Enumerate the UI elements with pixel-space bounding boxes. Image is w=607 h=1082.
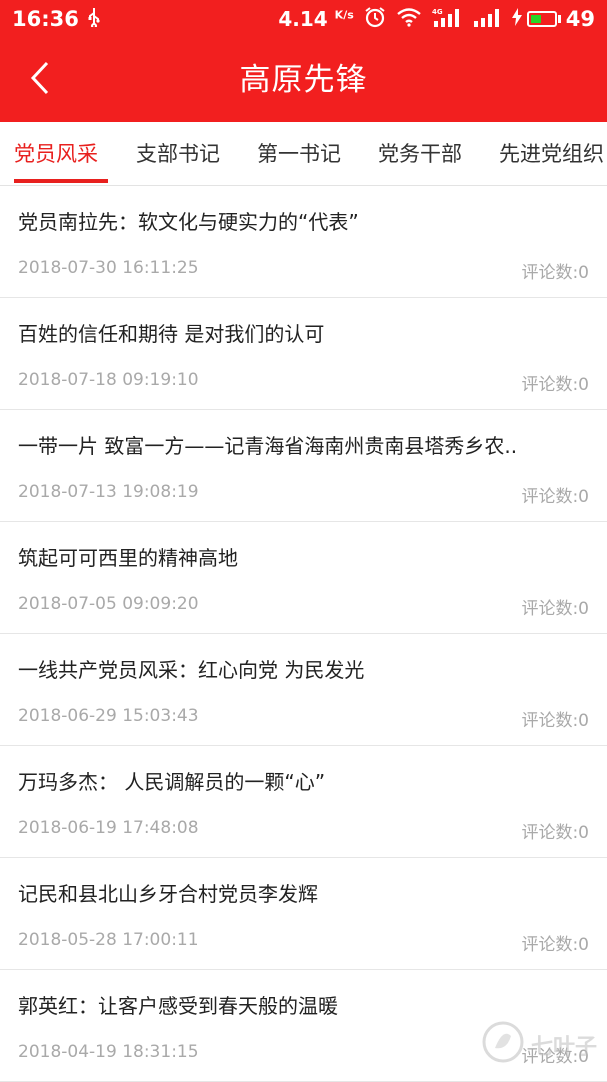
battery-tip [557, 15, 561, 23]
article-date: 2018-06-29 15:03:43 [18, 706, 199, 726]
list-item[interactable]: 一带一片 致富一方——记青海省海南州贵南县塔秀乡农.. 2018-07-13 1… [0, 410, 607, 522]
page-title: 高原先锋 [239, 62, 368, 98]
article-title: 一线共产党员风采：红心向党 为民发光 [18, 658, 365, 682]
watermark-text: 七叶子 [530, 1035, 597, 1060]
tab-party-member-style[interactable]: 党员风采 [14, 122, 98, 185]
status-time: 16:36 [12, 7, 79, 31]
signal-4g-icon: 4G [432, 7, 462, 32]
list-item[interactable]: 筑起可可西里的精神高地 2018-07-05 09:09:20 评论数:0 [0, 522, 607, 634]
battery-indicator: 49 [511, 7, 595, 31]
comment-count: 评论数:0 [521, 935, 589, 955]
list-item[interactable]: 记民和县北山乡牙合村党员李发辉 2018-05-28 17:00:11 评论数:… [0, 858, 607, 970]
tab-branch-secretary[interactable]: 支部书记 [136, 122, 220, 185]
article-list: 党员南拉先：软文化与硬实力的“代表” 2018-07-30 16:11:25 评… [0, 186, 607, 1082]
watermark: 七叶子 [481, 1020, 597, 1070]
comment-count: 评论数:0 [521, 263, 589, 283]
article-date: 2018-04-19 18:31:15 [18, 1042, 199, 1062]
network-speed: 4.14 K/s [278, 7, 354, 31]
signal-icon [472, 7, 502, 32]
comment-count: 评论数:0 [521, 599, 589, 619]
comment-count: 评论数:0 [521, 711, 589, 731]
article-title: 筑起可可西里的精神高地 [18, 546, 238, 570]
list-item[interactable]: 一线共产党员风采：红心向党 为民发光 2018-06-29 15:03:43 评… [0, 634, 607, 746]
article-date: 2018-05-28 17:00:11 [18, 930, 199, 950]
article-date: 2018-06-19 17:48:08 [18, 818, 199, 838]
comment-count: 评论数:0 [521, 823, 589, 843]
tab-advanced-party-org[interactable]: 先进党组织 [499, 122, 604, 185]
article-date: 2018-07-30 16:11:25 [18, 258, 199, 278]
article-title: 百姓的信任和期待 是对我们的认可 [18, 322, 325, 346]
article-title: 党员南拉先：软文化与硬实力的“代表” [18, 210, 359, 234]
article-date: 2018-07-18 09:19:10 [18, 370, 199, 390]
active-tab-indicator [14, 179, 108, 183]
article-title: 万玛多杰： 人民调解员的一颗“心” [18, 770, 326, 794]
tab-party-affairs-cadre[interactable]: 党务干部 [378, 122, 462, 185]
battery-icon [526, 11, 557, 27]
leaf-logo-icon [481, 1020, 525, 1070]
header-bar: 高原先锋 [0, 38, 607, 122]
alarm-icon [364, 6, 386, 33]
list-item[interactable]: 万玛多杰： 人民调解员的一颗“心” 2018-06-19 17:48:08 评论… [0, 746, 607, 858]
list-item[interactable]: 百姓的信任和期待 是对我们的认可 2018-07-18 09:19:10 评论数… [0, 298, 607, 410]
comment-count: 评论数:0 [521, 487, 589, 507]
article-title: 郭英红：让客户感受到春天般的温暖 [18, 994, 338, 1018]
article-date: 2018-07-05 09:09:20 [18, 594, 199, 614]
battery-level: 49 [565, 7, 595, 31]
category-tabs: 党员风采 支部书记 第一书记 党务干部 先进党组织 [0, 122, 607, 186]
wifi-icon [396, 7, 422, 32]
charging-icon [511, 7, 522, 31]
svg-text:4G: 4G [432, 8, 443, 16]
article-title: 记民和县北山乡牙合村党员李发辉 [18, 882, 318, 906]
list-item[interactable]: 党员南拉先：软文化与硬实力的“代表” 2018-07-30 16:11:25 评… [0, 186, 607, 298]
status-bar: 16:36 4.14 K/s 4G 49 [0, 0, 607, 38]
tab-first-secretary[interactable]: 第一书记 [257, 122, 341, 185]
article-date: 2018-07-13 19:08:19 [18, 482, 199, 502]
article-title: 一带一片 致富一方——记青海省海南州贵南县塔秀乡农.. [18, 434, 518, 458]
comment-count: 评论数:0 [521, 375, 589, 395]
battery-fill [530, 15, 541, 23]
usb-icon [87, 7, 101, 32]
